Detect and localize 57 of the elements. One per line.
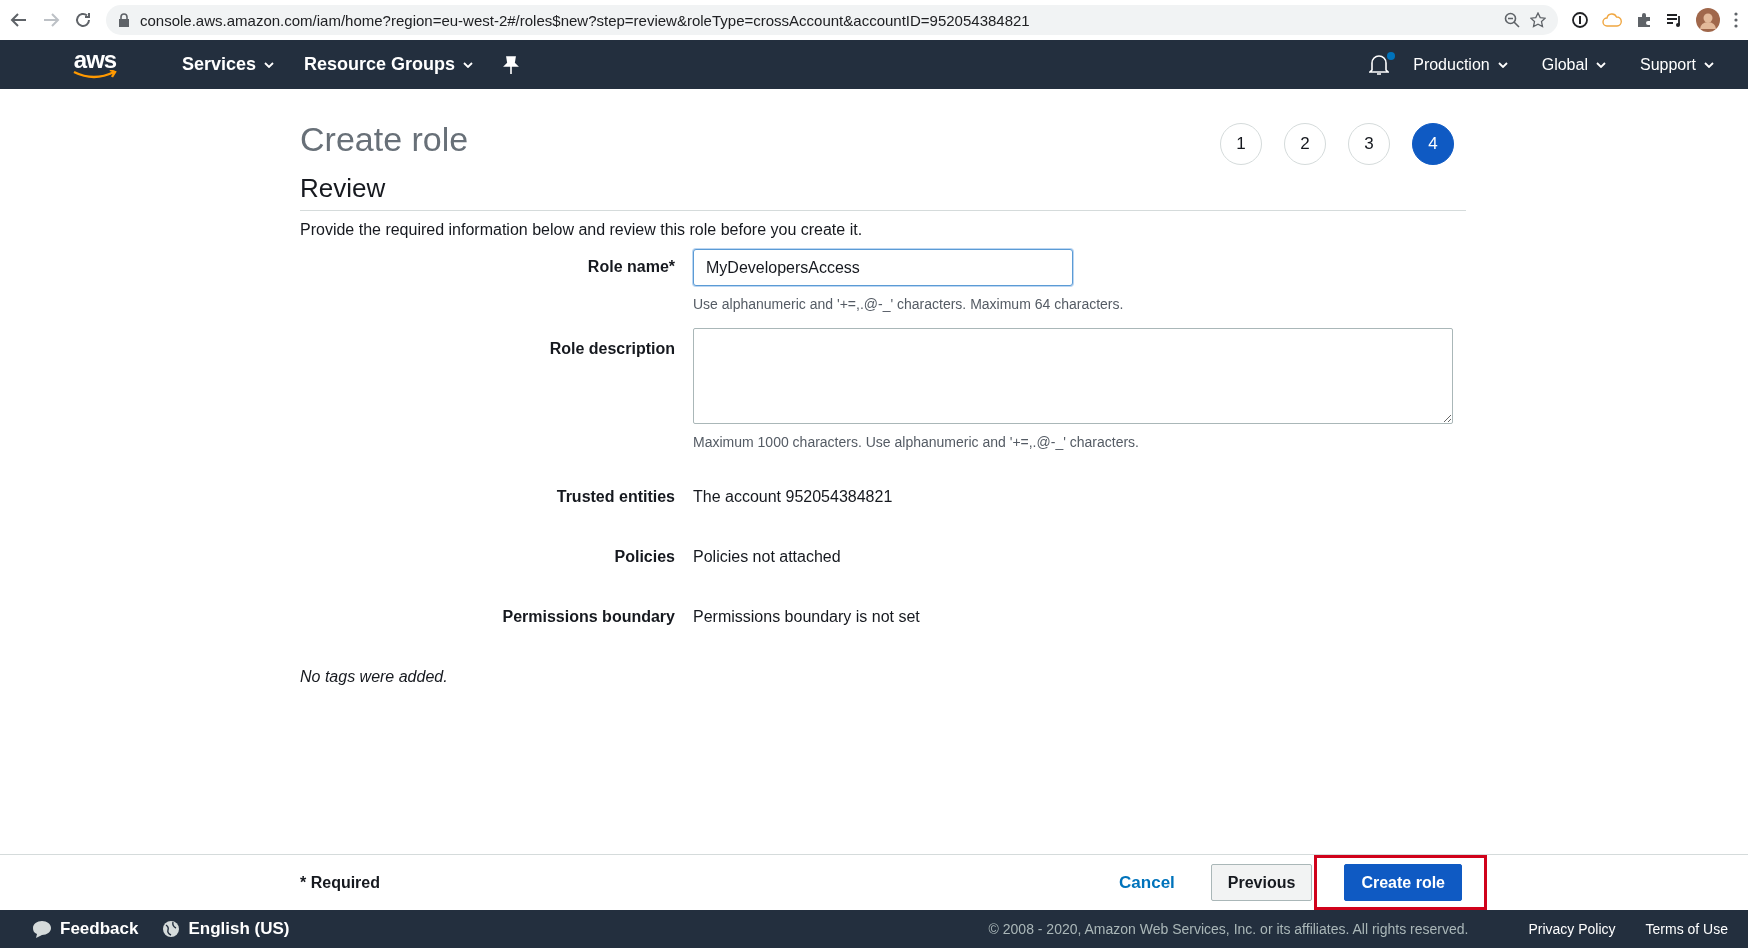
password-icon[interactable] bbox=[1572, 12, 1588, 28]
step-indicator[interactable]: 3 bbox=[1348, 123, 1390, 165]
previous-button[interactable]: Previous bbox=[1210, 864, 1313, 901]
step-indicator[interactable]: 4 bbox=[1412, 123, 1454, 165]
star-icon[interactable] bbox=[1530, 12, 1546, 28]
bell-icon[interactable] bbox=[1369, 53, 1390, 76]
zoom-icon[interactable] bbox=[1504, 12, 1520, 28]
field-hint: Maximum 1000 characters. Use alphanumeric and '+=,.@-_' characters. bbox=[693, 434, 1140, 450]
caret-icon bbox=[264, 61, 275, 68]
speech-bubble-icon bbox=[32, 920, 52, 938]
page-title: Create role bbox=[300, 119, 469, 159]
tags-note: No tags were added. bbox=[300, 668, 449, 686]
field-value: The account 952054384821 bbox=[693, 488, 894, 506]
reload-icon[interactable] bbox=[74, 11, 92, 29]
field-label: Permissions boundary bbox=[502, 608, 675, 626]
nav-menu[interactable]: Services bbox=[182, 54, 275, 75]
pin-icon[interactable] bbox=[503, 55, 520, 74]
role-name-field[interactable]: MyDevelopersAccess bbox=[693, 249, 1073, 286]
caret-icon bbox=[1497, 61, 1508, 68]
url-text: console.aws.amazon.com/iam/home?region=eu-west-2#/roles$new?step=review&roleType=crossAccount&accountID=952054384821 bbox=[140, 11, 1031, 29]
step-indicator[interactable]: 1 bbox=[1220, 123, 1262, 165]
description-field[interactable] bbox=[693, 328, 1453, 424]
smile-icon bbox=[72, 69, 118, 80]
field-value: Permissions boundary is not set bbox=[693, 608, 921, 626]
more-icon[interactable] bbox=[1734, 12, 1738, 28]
section-heading: Review bbox=[300, 173, 1466, 211]
address-bar[interactable]: console.aws.amazon.com/iam/home?region=eu-west-2#/roles$new?step=review&roleType=crossAccount&accountID=952054384821 bbox=[106, 5, 1558, 35]
nav-menu[interactable]: Global bbox=[1541, 55, 1606, 74]
field-value: Policies not attached bbox=[693, 548, 842, 566]
language-selector[interactable]: English (US) bbox=[162, 919, 290, 939]
cancel-link[interactable]: Cancel bbox=[1119, 872, 1175, 893]
caret-icon bbox=[1595, 61, 1606, 68]
globe-icon bbox=[162, 920, 181, 938]
step-indicator[interactable]: 2 bbox=[1284, 123, 1326, 165]
back-icon[interactable] bbox=[10, 11, 28, 29]
footer-link[interactable]: Terms of Use bbox=[1645, 921, 1728, 937]
create-role-button[interactable]: Create role bbox=[1344, 864, 1462, 901]
footer-link[interactable]: Privacy Policy bbox=[1528, 921, 1616, 937]
field-hint: Use alphanumeric and '+=,.@-_' characters. Maximum 64 characters. bbox=[693, 296, 1125, 312]
copyright-text: © 2008 - 2020, Amazon Web Services, Inc. or its affiliates. All rights reserved. bbox=[987, 921, 1469, 937]
caret-icon bbox=[463, 61, 474, 68]
field-label: Role name* bbox=[587, 257, 675, 276]
logo-text[interactable]: aws bbox=[73, 49, 117, 70]
playlist-icon[interactable] bbox=[1666, 13, 1682, 27]
avatar-icon[interactable] bbox=[1696, 8, 1720, 32]
caret-icon bbox=[1704, 61, 1714, 68]
lock-icon bbox=[118, 13, 130, 27]
nav-menu[interactable]: Resource Groups bbox=[304, 54, 474, 75]
intro-text: Provide the required information below and review this role before you create it. bbox=[300, 221, 864, 239]
puzzle-icon[interactable] bbox=[1636, 12, 1652, 28]
required-note: * Required bbox=[300, 873, 381, 892]
feedback-link[interactable]: Feedback bbox=[32, 919, 139, 939]
field-label: Trusted entities bbox=[556, 488, 675, 506]
field-label: Role description bbox=[549, 339, 675, 358]
nav-menu[interactable]: Support bbox=[1639, 55, 1714, 74]
field-label: Policies bbox=[614, 548, 675, 566]
nav-menu[interactable]: Production bbox=[1413, 55, 1508, 74]
